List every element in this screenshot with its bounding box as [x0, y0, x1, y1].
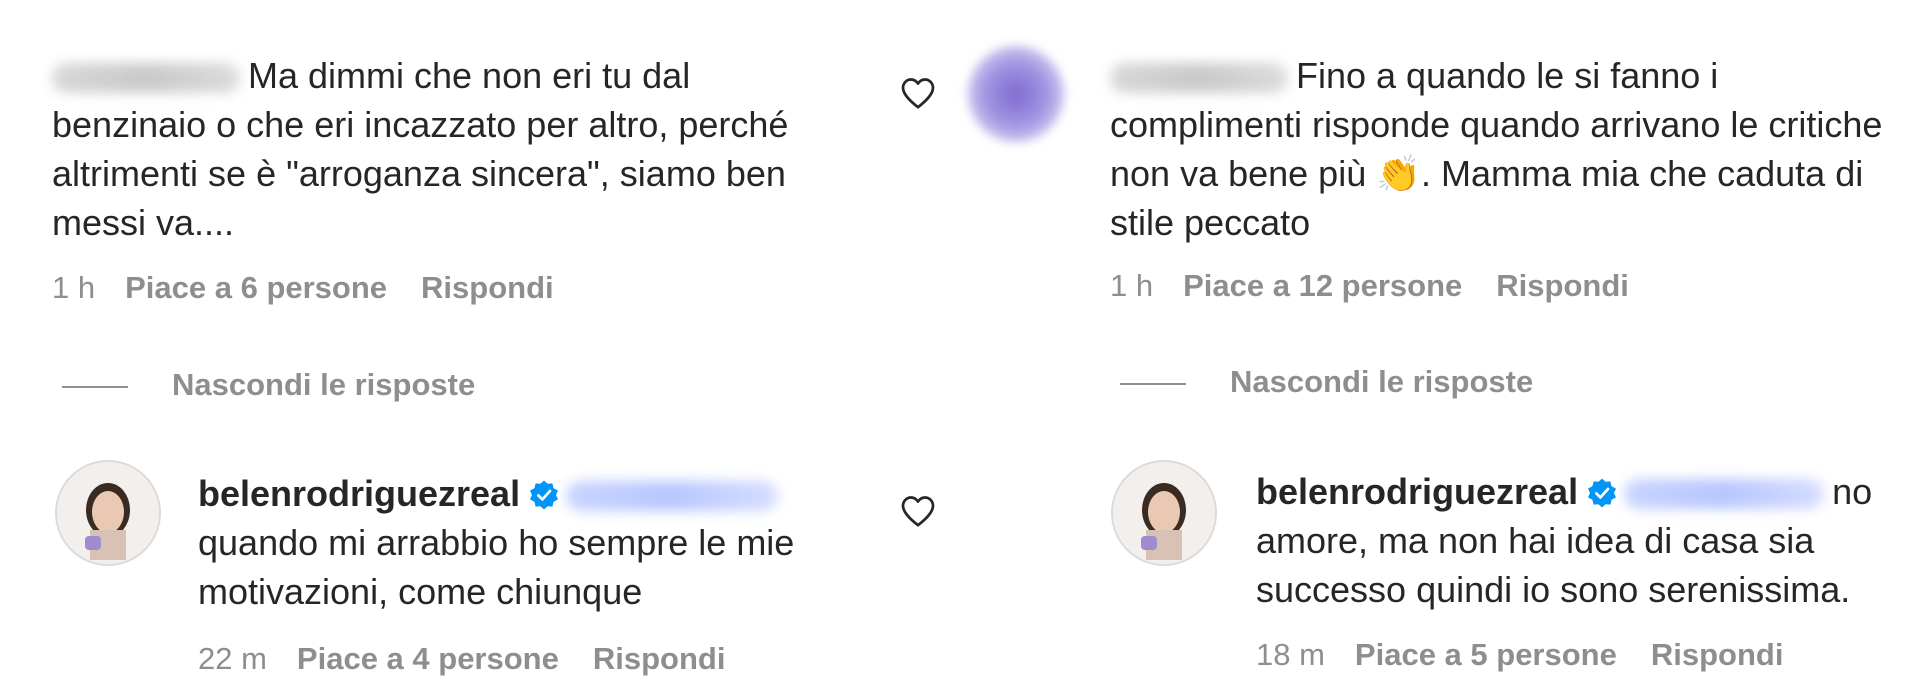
reply-button[interactable]: Rispondi	[1496, 268, 1629, 303]
heart-icon[interactable]	[900, 76, 936, 110]
comment-time: 18 m	[1256, 637, 1325, 672]
reply-button[interactable]: Rispondi	[593, 641, 726, 676]
left-parent-meta: 1 h Piace a 6 persone Rispondi	[52, 270, 554, 306]
likes-count-link[interactable]: Piace a 6 persone	[125, 270, 387, 305]
avatar[interactable]	[968, 46, 1064, 142]
right-parent-meta: 1 h Piace a 12 persone Rispondi	[1110, 268, 1629, 304]
left-reply-comment: belenrodriguezreal quando mi arrabbio ho…	[198, 473, 795, 612]
reply-username[interactable]: belenrodriguezreal	[198, 473, 520, 514]
reply-button[interactable]: Rispondi	[421, 270, 554, 305]
avatar[interactable]	[55, 460, 161, 566]
divider-line	[62, 385, 128, 388]
right-parent-comment: Fino a quando le si fanno i complimenti …	[1110, 55, 1883, 243]
hide-replies-button[interactable]: Nascondi le risposte	[62, 367, 475, 403]
redacted-mention	[566, 481, 779, 512]
avatar[interactable]	[1111, 460, 1217, 566]
redacted-username	[1110, 63, 1288, 94]
reply-button[interactable]: Rispondi	[1651, 637, 1784, 672]
hide-replies-button[interactable]: Nascondi le risposte	[1120, 364, 1533, 400]
right-comment-thread: Fino a quando le si fanno i complimenti …	[968, 0, 1920, 696]
likes-count-link[interactable]: Piace a 12 persone	[1183, 268, 1462, 303]
likes-count-link[interactable]: Piace a 5 persone	[1355, 637, 1617, 672]
verified-badge-icon	[1588, 478, 1617, 508]
heart-icon[interactable]	[900, 494, 936, 528]
comment-time: 22 m	[198, 641, 267, 676]
left-parent-comment: Ma dimmi che non eri tu dal benzinaio o …	[52, 55, 789, 243]
verified-badge-icon	[530, 480, 559, 510]
right-reply-meta: 18 m Piace a 5 persone Rispondi	[1256, 637, 1783, 673]
likes-count-link[interactable]: Piace a 4 persone	[297, 641, 559, 676]
avatar-photo	[57, 462, 159, 564]
reply-username[interactable]: belenrodriguezreal	[1256, 471, 1578, 512]
redacted-mention	[1624, 479, 1825, 510]
comment-time: 1 h	[1110, 268, 1154, 303]
redacted-username	[52, 63, 240, 94]
left-comment-thread: Ma dimmi che non eri tu dal benzinaio o …	[0, 0, 960, 696]
left-reply-meta: 22 m Piace a 4 persone Rispondi	[198, 641, 725, 677]
right-reply-comment: belenrodriguezreal no amore, ma non hai i…	[1256, 471, 1873, 610]
divider-line	[1120, 382, 1186, 385]
comment-time: 1 h	[52, 270, 96, 305]
avatar-photo	[1113, 462, 1215, 564]
